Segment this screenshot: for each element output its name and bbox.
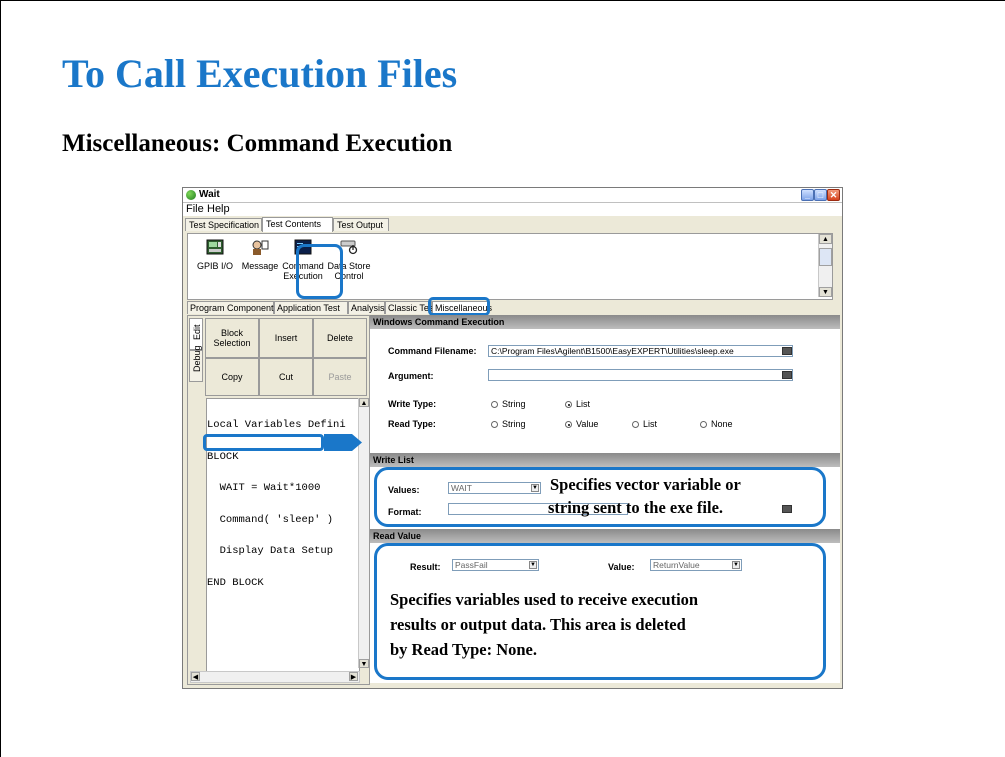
values-dropdown[interactable]: WAIT ▼ [448,482,541,494]
scroll-down-icon[interactable]: ▼ [819,287,832,297]
minimize-button[interactable]: _ [801,189,814,201]
pointer-arrow [324,434,362,451]
app-globe-icon [186,190,196,200]
read-type-string-radio[interactable]: String [491,419,526,429]
command-filename-label: Command Filename: [388,346,477,356]
menu-file[interactable]: File [186,203,204,215]
subtab-classic-test[interactable]: Classic Test [385,301,436,314]
close-button[interactable]: ✕ [827,189,840,201]
section-header-write-list: Write List [370,453,840,467]
radio-on-icon [565,401,572,408]
command-line-highlight [203,434,324,451]
subtab-analysis[interactable]: Analysis [348,301,385,314]
command-filename-input[interactable]: C:\Program Files\Agilent\B1500\EasyEXPER… [488,345,793,357]
menu-bar: File Help [183,203,842,216]
write-type-list-radio[interactable]: List [565,399,590,409]
scroll-left-icon[interactable]: ◀ [191,672,200,681]
paste-button[interactable]: Paste [313,358,367,396]
read-type-label: Read Type: [388,419,436,429]
palette-scrollbar[interactable]: ▲ ▼ [818,234,832,297]
chevron-down-icon: ▼ [732,561,740,569]
scroll-thumb[interactable] [819,248,832,266]
argument-label: Argument: [388,371,434,381]
insert-button[interactable]: Insert [259,318,313,358]
code-line[interactable]: Local Variables Defini [207,420,359,431]
title-bar[interactable]: Wait _ □ ✕ [183,188,842,203]
radio-off-icon [491,421,498,428]
message-icon [252,240,269,255]
result-label: Result: [410,562,441,572]
argument-input[interactable] [488,369,793,381]
code-line[interactable]: END BLOCK [207,577,359,589]
radio-off-icon [700,421,707,428]
radio-on-icon [565,421,572,428]
format-label: Format: [388,507,422,517]
tab-test-output[interactable]: Test Output [333,218,389,231]
slide-border-top [0,0,1005,1]
program-editor-panel: Edit Debug Block Selection Insert Delete … [187,315,370,685]
scroll-right-icon[interactable]: ▶ [349,672,358,681]
scroll-down-icon[interactable]: ▼ [359,659,369,668]
value-dropdown[interactable]: ReturnValue ▼ [650,559,742,571]
read-type-none-radio[interactable]: None [700,419,733,429]
main-tabs: Test Specification Test Contents Test Ou… [183,217,842,232]
block-selection-button[interactable]: Block Selection [205,318,259,358]
result-dropdown[interactable]: PassFail ▼ [452,559,539,571]
read-type-value-radio[interactable]: Value [565,419,598,429]
vtab-debug[interactable]: Debug [189,345,203,382]
chevron-down-icon: ▼ [531,484,539,492]
palette-item-gpib[interactable]: GPIB I/O [190,239,240,271]
read-type-list-radio[interactable]: List [632,419,657,429]
tab-test-contents[interactable]: Test Contents [262,217,333,232]
code-line[interactable]: BLOCK [207,451,359,463]
read-value-note-line3: by Read Type: None. [390,640,537,659]
menu-help[interactable]: Help [207,203,230,215]
section-header-read-value: Read Value [370,529,840,543]
subtab-program-component[interactable]: Program Component [187,301,274,314]
slide-border-left [0,0,1,757]
window-title: Wait [199,189,220,200]
app-window: Wait _ □ ✕ File Help Test Specification … [182,187,843,689]
subtab-application-test[interactable]: Application Test [274,301,348,314]
code-line[interactable]: WAIT = Wait*1000 [207,483,359,494]
maximize-button[interactable]: □ [814,189,827,201]
cut-button[interactable]: Cut [259,358,313,396]
radio-off-icon [491,401,498,408]
argument-options-icon[interactable] [782,371,792,379]
tab-test-specification[interactable]: Test Specification [185,218,262,231]
slide-title: To Call Execution Files [62,51,458,96]
browse-filename-icon[interactable] [782,347,792,355]
write-type-string-radio[interactable]: String [491,399,526,409]
section-header-command: Windows Command Execution [370,315,840,329]
read-value-note-line1: Specifies variables used to receive exec… [390,590,699,609]
command-execution-highlight [296,244,343,299]
slide-subtitle: Miscellaneous: Command Execution [62,130,453,157]
write-type-label: Write Type: [388,399,437,409]
value-label: Value: [608,562,635,572]
radio-off-icon [632,421,639,428]
chevron-down-icon: ▼ [529,561,537,569]
code-scrollbar-horizontal[interactable]: ◀ ▶ [190,671,360,683]
copy-button[interactable]: Copy [205,358,259,396]
miscellaneous-highlight [428,297,490,316]
values-label: Values: [388,485,420,495]
gpib-icon [206,239,224,255]
format-options-icon[interactable] [782,505,792,513]
write-list-note-line1: Specifies vector variable or [550,475,741,494]
delete-button[interactable]: Delete [313,318,367,358]
code-line[interactable]: Display Data Setup [207,546,359,557]
code-line-selected[interactable]: Command( 'sleep' ) [207,514,359,526]
scroll-up-icon[interactable]: ▲ [359,398,369,407]
command-settings-panel: Windows Command Execution Command Filena… [369,315,840,683]
scroll-up-icon[interactable]: ▲ [819,234,832,244]
read-value-note-line2: results or output data. This area is del… [390,615,686,634]
component-palette: GPIB I/O Message Command Execution Data … [187,233,833,300]
write-list-note-line2: string sent to the exe file. [548,498,724,517]
palette-label-gpib: GPIB I/O [196,261,233,271]
